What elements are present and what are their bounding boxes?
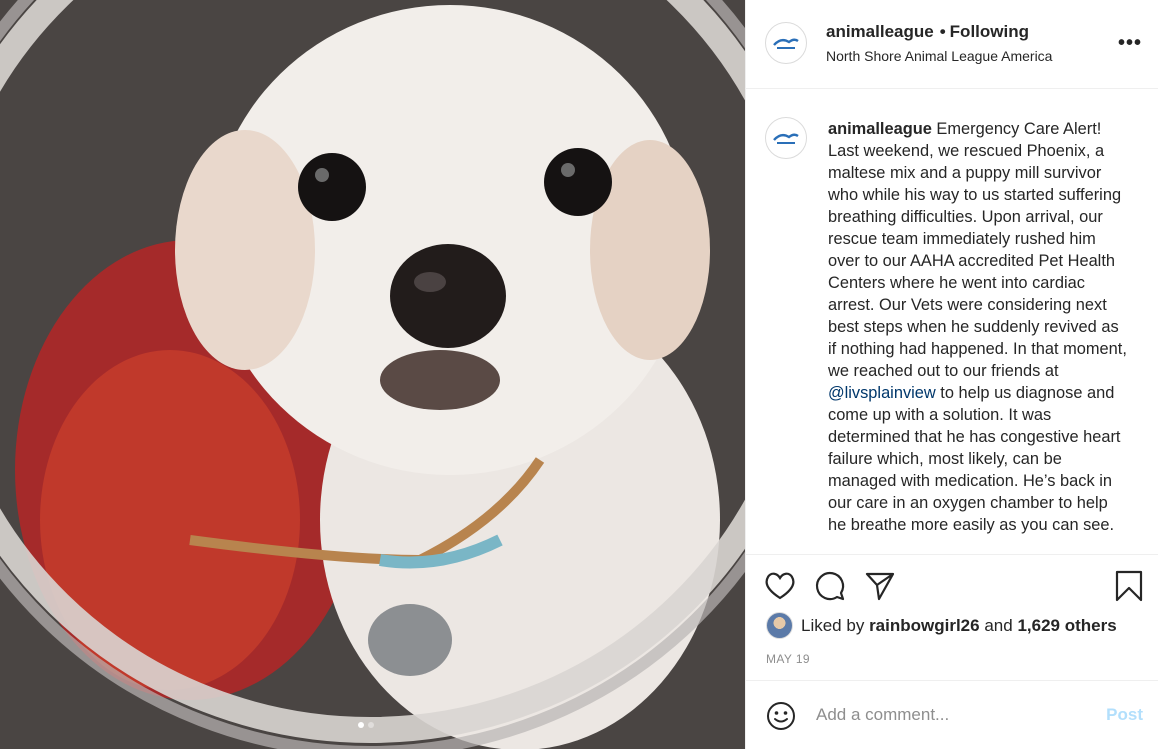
caption-avatar[interactable] — [765, 117, 807, 159]
likes-count[interactable]: 1,629 others — [1017, 616, 1116, 636]
action-bar — [746, 554, 1158, 614]
likes-and: and — [984, 615, 1013, 635]
carousel-indicator — [358, 722, 374, 728]
share-button[interactable] — [863, 569, 897, 603]
emoji-icon[interactable] — [766, 701, 796, 731]
caption-mention[interactable]: @livsplainview — [828, 384, 936, 402]
save-button[interactable] — [1112, 569, 1146, 603]
dog-photo-illustration — [0, 0, 745, 749]
location-link[interactable]: North Shore Animal League America — [826, 48, 1052, 64]
likes-line: Liked by rainbowgirl26 and 1,629 others — [766, 612, 1117, 639]
post-header: animalleague • Following North Shore Anima… — [746, 0, 1158, 89]
header-user-line: animalleague • Following — [826, 22, 1029, 42]
bookmark-icon — [1115, 570, 1143, 602]
likes-prefix: Liked by — [801, 615, 865, 635]
caption-section: animalleague Emergency Care Alert! Last … — [746, 90, 1158, 554]
follow-status[interactable]: Following — [950, 22, 1029, 41]
comment-icon — [816, 572, 845, 601]
liker-username[interactable]: rainbowgirl26 — [869, 616, 980, 636]
caption-text: animalleague Emergency Care Alert! Last … — [828, 118, 1128, 536]
carousel-dot — [368, 722, 374, 728]
caption-body-2: to help us diagnose and come up with a s… — [828, 384, 1121, 534]
caption-username[interactable]: animalleague — [828, 120, 932, 138]
separator-dot: • — [939, 22, 946, 41]
logo-icon — [773, 133, 799, 144]
comment-bar: Post — [746, 680, 1158, 749]
caption-body-1: Emergency Care Alert! Last weekend, we r… — [828, 120, 1127, 380]
logo-icon — [773, 38, 799, 49]
liker-avatar[interactable] — [766, 612, 793, 639]
like-button[interactable] — [763, 569, 797, 603]
share-icon — [865, 572, 895, 601]
post-photo[interactable] — [0, 0, 745, 749]
post-button[interactable]: Post — [1106, 705, 1143, 725]
comment-input[interactable] — [816, 703, 1076, 727]
heart-icon — [765, 572, 795, 600]
header-username[interactable]: animalleague — [826, 22, 934, 41]
post-date[interactable]: MAY 19 — [766, 652, 810, 666]
comment-button[interactable] — [813, 569, 847, 603]
profile-avatar[interactable] — [765, 22, 807, 64]
post-side-panel: animalleague • Following North Shore Anima… — [745, 0, 1158, 749]
carousel-dot-active — [358, 722, 364, 728]
more-icon[interactable]: ••• — [1118, 32, 1142, 55]
